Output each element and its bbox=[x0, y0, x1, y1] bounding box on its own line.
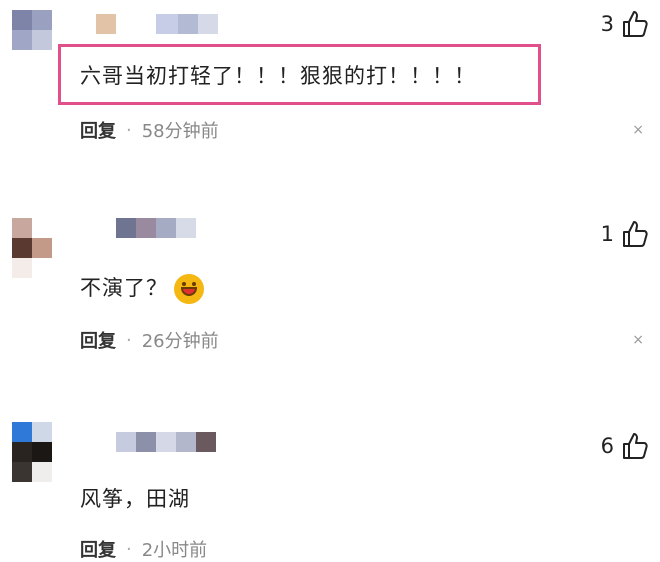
comment-meta: 回复 · 26分钟前 bbox=[80, 327, 219, 353]
reply-button[interactable]: 回复 bbox=[80, 536, 116, 562]
like-count: 6 bbox=[600, 434, 614, 458]
like-button[interactable]: 3 bbox=[601, 10, 648, 38]
thumbs-up-icon bbox=[623, 11, 648, 37]
timestamp: 26分钟前 bbox=[141, 331, 219, 352]
comment-item: 不演了？ 回复 · 26分钟前 1 × bbox=[0, 200, 660, 390]
avatar[interactable] bbox=[12, 422, 52, 482]
comment-meta: 回复 · 2小时前 bbox=[80, 536, 207, 562]
like-count: 1 bbox=[600, 222, 614, 246]
comment-text: 六哥当初打轻了！！！狠狠的打！！！！ bbox=[80, 64, 476, 88]
close-icon[interactable]: × bbox=[632, 332, 644, 348]
separator-dot: · bbox=[126, 538, 132, 560]
like-button[interactable]: 6 bbox=[601, 432, 648, 460]
grinning-face-icon bbox=[174, 274, 204, 304]
timestamp: 2小时前 bbox=[141, 540, 208, 561]
thumbs-up-icon bbox=[623, 433, 648, 459]
username-blurred[interactable] bbox=[80, 218, 196, 238]
comment-meta: 回复 · 58分钟前 bbox=[80, 117, 219, 143]
comment-item: 六哥当初打轻了！！！狠狠的打！！！！ 回复 · 58分钟前 3 × bbox=[0, 0, 660, 170]
timestamp: 58分钟前 bbox=[141, 121, 219, 142]
close-icon[interactable]: × bbox=[632, 122, 644, 138]
thumbs-up-icon bbox=[623, 221, 648, 247]
like-count: 3 bbox=[600, 12, 614, 36]
comment-text: 不演了？ bbox=[80, 272, 204, 304]
comment-text: 风筝，田湖 bbox=[80, 487, 190, 511]
separator-dot: · bbox=[126, 119, 132, 141]
avatar[interactable] bbox=[12, 218, 52, 278]
separator-dot: · bbox=[126, 329, 132, 351]
reply-button[interactable]: 回复 bbox=[80, 327, 116, 353]
avatar[interactable] bbox=[12, 10, 52, 50]
username-blurred[interactable] bbox=[96, 14, 218, 34]
reply-button[interactable]: 回复 bbox=[80, 117, 116, 143]
username-blurred[interactable] bbox=[80, 432, 216, 452]
like-button[interactable]: 1 bbox=[601, 220, 648, 248]
comment-text-body: 不演了？ bbox=[80, 276, 168, 300]
comment-item: 风筝，田湖 回复 · 2小时前 6 bbox=[0, 410, 660, 561]
